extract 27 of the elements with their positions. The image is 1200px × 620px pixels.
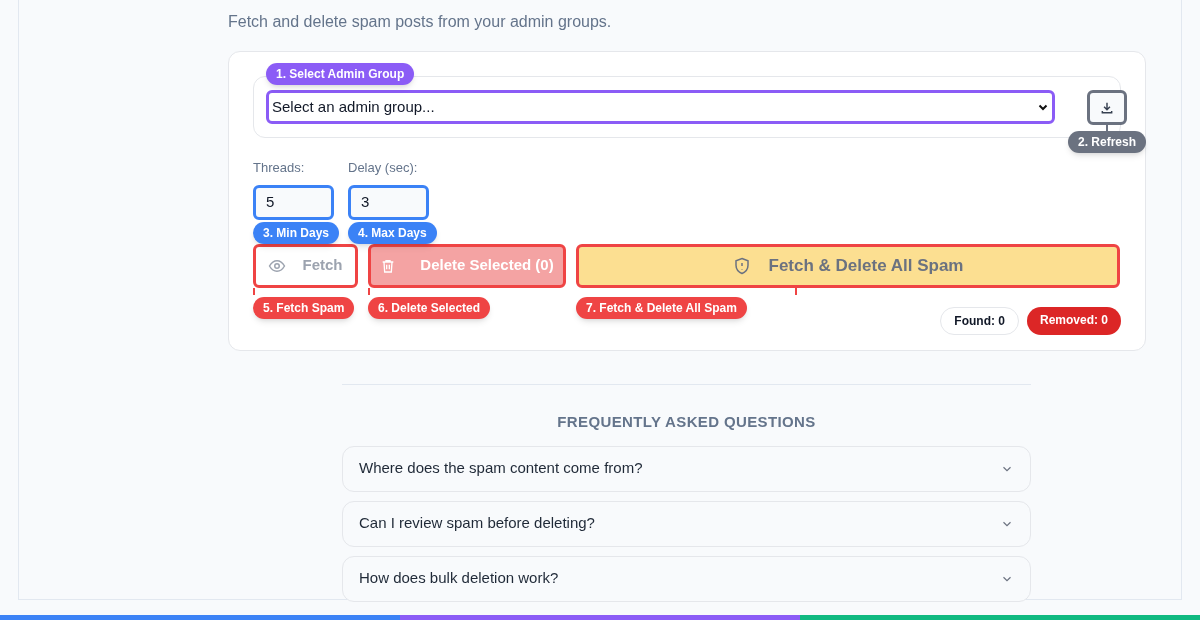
faq-question: Where does the spam content come from? — [359, 458, 643, 479]
select-value: Select an admin group... — [272, 96, 435, 117]
faq-question: Can I review spam before deleting? — [359, 513, 595, 534]
subtitle: Fetch and delete spam posts from your admin groups. — [228, 12, 613, 32]
refresh-button[interactable] — [1087, 90, 1127, 125]
annotation-label: 5. Fetch Spam — [253, 296, 355, 319]
annotation-label: 7. Fetch & Delete All Spam — [576, 296, 747, 319]
faq-heading: FREQUENTLY ASKED QUESTIONS — [556, 412, 817, 432]
annotation-label: 2. Refresh — [1068, 131, 1147, 153]
number-field[interactable]: 3 — [348, 184, 429, 220]
faq-item[interactable]: How does bulk deletion work? — [342, 555, 1031, 602]
counter-pill: Found: 0 — [940, 306, 1019, 335]
annotation-label: 6. Delete Selected — [368, 296, 491, 319]
faq-question: How does bulk deletion work? — [359, 568, 559, 589]
annotation-label: 4. Max Days — [348, 222, 437, 244]
fetch-delete-all-button[interactable]: Fetch & Delete All Spam — [576, 243, 1120, 288]
field-label: Delay (sec): — [348, 159, 418, 177]
faq-item[interactable]: Where does the spam content come from? — [342, 445, 1031, 492]
download-icon — [1100, 100, 1114, 115]
group-select[interactable]: Select an admin group... — [266, 90, 1055, 124]
annotation-label: 1. Select Admin Group — [266, 63, 415, 85]
shield-icon — [732, 256, 751, 275]
number-field[interactable]: 5 — [253, 184, 334, 220]
annotation-label: 3. Min Days — [253, 222, 340, 244]
counter-pill: Removed: 0 — [1026, 306, 1121, 335]
field-label: Threads: — [253, 159, 305, 177]
faq-item[interactable]: Can I review spam before deleting? — [342, 500, 1031, 547]
